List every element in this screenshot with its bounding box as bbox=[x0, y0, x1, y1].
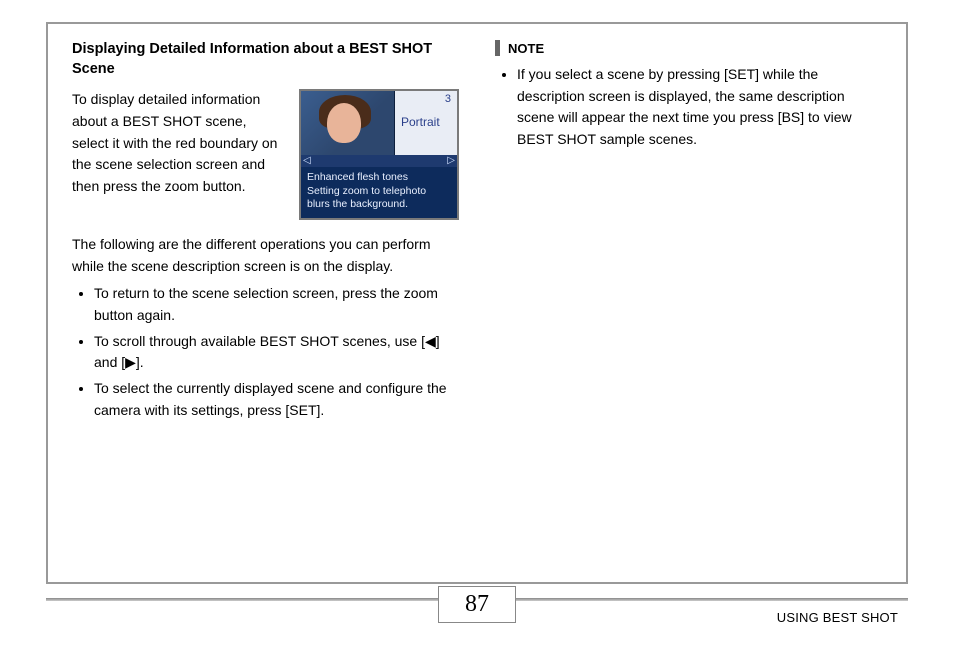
list-item: To scroll through available BEST SHOT sc… bbox=[94, 331, 459, 374]
list-item: If you select a scene by pressing [SET] … bbox=[517, 64, 882, 151]
scene-number: 3 bbox=[445, 93, 451, 105]
scene-prev-arrow-icon: ◁ bbox=[303, 155, 311, 167]
intro-paragraph: To display detailed information about a … bbox=[72, 89, 285, 197]
page-content-frame: Displaying Detailed Information about a … bbox=[46, 22, 908, 584]
note-block: NOTE bbox=[495, 40, 882, 56]
footer-section-label: USING BEST SHOT bbox=[777, 610, 898, 625]
page-number: 87 bbox=[438, 586, 516, 623]
scene-preview-top: 3 Portrait bbox=[301, 91, 457, 155]
scene-arrow-strip: ◁ ▷ bbox=[301, 155, 457, 167]
list-item: To select the currently displayed scene … bbox=[94, 378, 459, 421]
note-heading: NOTE bbox=[508, 41, 544, 56]
scene-next-arrow-icon: ▷ bbox=[447, 155, 455, 167]
note-list: If you select a scene by pressing [SET] … bbox=[495, 64, 882, 151]
portrait-face-shape bbox=[327, 103, 361, 143]
scene-preview-photo bbox=[301, 91, 395, 155]
scene-preview-side: 3 Portrait bbox=[395, 91, 457, 155]
scene-preview-card: 3 Portrait ◁ ▷ Enhanced flesh tonesSetti… bbox=[299, 89, 459, 220]
scene-label: Portrait bbox=[401, 115, 457, 129]
intro-row: To display detailed information about a … bbox=[72, 89, 459, 220]
list-item: To return to the scene selection screen,… bbox=[94, 283, 459, 326]
scene-caption: Enhanced flesh tonesSetting zoom to tele… bbox=[301, 167, 457, 218]
right-column: NOTE If you select a scene by pressing [… bbox=[495, 40, 882, 566]
section-heading: Displaying Detailed Information about a … bbox=[72, 40, 459, 79]
two-column-layout: Displaying Detailed Information about a … bbox=[72, 40, 882, 566]
operations-intro: The following are the different operatio… bbox=[72, 234, 459, 277]
left-column: Displaying Detailed Information about a … bbox=[72, 40, 459, 566]
operations-list: To return to the scene selection screen,… bbox=[72, 283, 459, 421]
page-footer: 87 USING BEST SHOT bbox=[0, 586, 954, 646]
